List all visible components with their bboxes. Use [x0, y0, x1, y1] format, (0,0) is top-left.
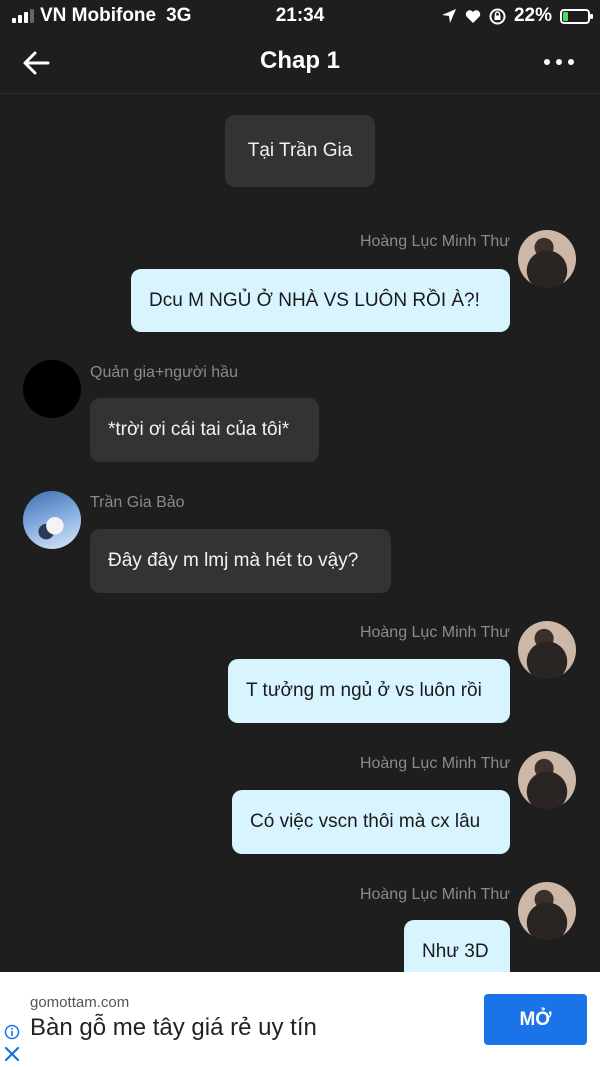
message-bubble-other: *trời ơi cái tai của tôi*	[90, 398, 319, 462]
rotation-lock-icon	[489, 8, 506, 24]
avatar[interactable]	[518, 230, 576, 288]
page-title: Chap 1	[259, 47, 340, 74]
message-text: *trời ơi cái tai của tôi*	[108, 419, 290, 440]
message-bubble-me: T tưởng m ngủ ở vs luôn rồi	[228, 659, 510, 723]
message-text: Như 3D	[422, 941, 489, 962]
avatar[interactable]	[518, 621, 576, 679]
battery-icon	[560, 8, 593, 24]
location-icon	[441, 9, 456, 23]
sender-name: Hoàng Lục Minh Thư	[359, 233, 510, 250]
avatar[interactable]	[518, 751, 576, 809]
ad-info-icon[interactable]	[4, 1024, 20, 1040]
avatar[interactable]	[518, 882, 576, 940]
message-text: Tại Trần Gia	[247, 140, 353, 161]
sender-name: Hoàng Lục Minh Thư	[359, 624, 510, 641]
avatar[interactable]	[23, 360, 81, 418]
ad-close-icon[interactable]	[4, 1046, 20, 1062]
message-text: Có việc vscn thôi mà cx lâu	[250, 811, 481, 832]
chat-header: Chap 1	[0, 32, 600, 94]
ad-banner[interactable]: gomottam.com Bàn gỗ me tây giá rẻ uy tín…	[0, 972, 600, 1067]
status-right: 22%	[441, 5, 593, 27]
message-text: T tưởng m ngủ ở vs luôn rồi	[246, 680, 482, 701]
sender-name: Hoàng Lục Minh Thư	[359, 886, 510, 903]
more-options-icon[interactable]	[542, 50, 576, 74]
avatar[interactable]	[23, 491, 81, 549]
narration-bubble: Tại Trần Gia	[225, 115, 375, 187]
message-bubble-other: Đây đây m lmj mà hét to vậy?	[90, 529, 391, 593]
ad-open-button[interactable]: MỞ	[484, 994, 587, 1045]
message-bubble-me: Dcu M NGỦ Ở NHÀ VS LUÔN RỒI À?!	[131, 269, 510, 332]
sender-name: Hoàng Lục Minh Thư	[359, 755, 510, 772]
message-bubble-me: Có việc vscn thôi mà cx lâu	[232, 790, 510, 854]
heart-icon	[465, 9, 481, 23]
ad-headline[interactable]: Bàn gỗ me tây giá rẻ uy tín	[30, 1014, 317, 1042]
chat-area[interactable]: Tại Trần Gia Hoàng Lục Minh Thư Dcu M NG…	[0, 94, 600, 972]
battery-percent: 22%	[513, 5, 552, 26]
message-text: Đây đây m lmj mà hét to vậy?	[108, 550, 359, 571]
sender-name: Quản gia+người hầu	[90, 364, 238, 381]
status-bar: VN Mobifone 3G 21:34 22%	[0, 0, 600, 32]
message-bubble-me: Như 3D	[404, 920, 510, 972]
ad-domain: gomottam.com	[30, 994, 130, 1011]
sender-name: Trần Gia Bảo	[90, 494, 185, 511]
message-text: Dcu M NGỦ Ở NHÀ VS LUÔN RỒI À?!	[149, 289, 480, 311]
